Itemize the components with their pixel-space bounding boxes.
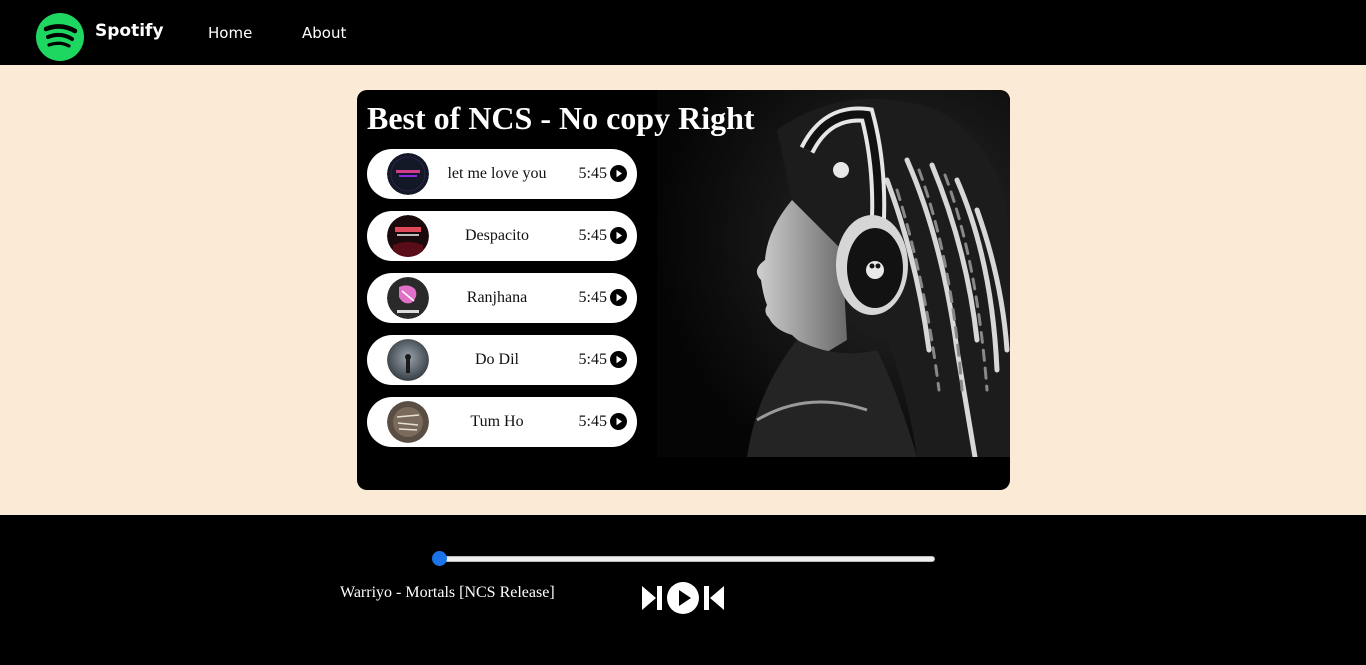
song-name: Ranjhana [466, 289, 528, 306]
song-duration: 5:45 [578, 413, 607, 430]
playlist-title: Best of NCS - No copy Right [367, 100, 755, 136]
headphones-girl-image [657, 90, 1010, 457]
playlist-container: Best of NCS - No copy Right let me love … [357, 90, 1010, 490]
song-cover-image [387, 339, 429, 381]
song-name: Do Dil [475, 351, 519, 368]
brand-name[interactable]: Spotify [95, 21, 164, 41]
play-icon[interactable] [667, 582, 699, 614]
song-name: let me love you [447, 165, 547, 182]
progress-thumb[interactable] [432, 551, 447, 566]
now-playing-title: Warriyo - Mortals [NCS Release] [340, 584, 555, 601]
song-duration: 5:45 [578, 289, 607, 306]
progress-track[interactable] [435, 556, 935, 562]
song-item[interactable]: Do Dil 5:45 [367, 335, 637, 385]
previous-icon[interactable] [642, 586, 664, 610]
progress-slider[interactable] [432, 551, 937, 566]
song-name: Despacito [465, 227, 529, 244]
spotify-logo-icon[interactable] [35, 12, 85, 62]
song-item[interactable]: Ranjhana 5:45 [367, 273, 637, 323]
nav-link-about[interactable]: About [302, 24, 346, 42]
song-item[interactable]: Tum Ho 5:45 [367, 397, 637, 447]
play-circle-icon[interactable] [610, 289, 627, 306]
play-circle-icon[interactable] [610, 227, 627, 244]
play-circle-icon[interactable] [610, 165, 627, 182]
play-circle-icon[interactable] [610, 413, 627, 430]
player-controls [642, 582, 726, 614]
nav-link-home[interactable]: Home [208, 24, 252, 42]
song-item[interactable]: let me love you 5:45 [367, 149, 637, 199]
song-duration: 5:45 [578, 351, 607, 368]
play-circle-icon[interactable] [610, 351, 627, 368]
song-duration: 5:45 [578, 165, 607, 182]
player-bar: Warriyo - Mortals [NCS Release] [0, 515, 1366, 665]
song-name: Tum Ho [470, 413, 524, 430]
song-cover-image [387, 153, 429, 195]
navbar: Spotify Home About [0, 0, 1366, 65]
song-duration: 5:45 [578, 227, 607, 244]
song-cover-image [387, 277, 429, 319]
song-cover-image [387, 401, 429, 443]
song-item[interactable]: Despacito 5:45 [367, 211, 637, 261]
song-cover-image [387, 215, 429, 257]
next-icon[interactable] [702, 586, 724, 610]
